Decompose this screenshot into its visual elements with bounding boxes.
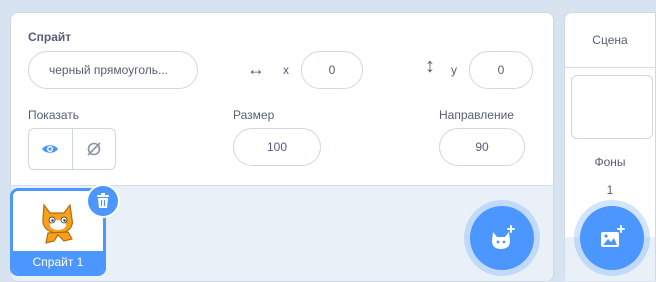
x-input[interactable]: 0 xyxy=(301,51,363,89)
sprite-thumbnail-label: Спрайт 1 xyxy=(13,251,103,273)
hide-button[interactable] xyxy=(73,129,116,169)
backdrops-count: 1 xyxy=(606,183,614,197)
sprite-properties: Спрайт черный прямоуголь... ↔ x 0 ↕ y 0 … xyxy=(11,13,553,185)
sprite-name-input[interactable]: черный прямоуголь... xyxy=(28,51,198,89)
trash-icon xyxy=(97,193,109,208)
direction-input[interactable]: 90 xyxy=(439,128,525,166)
cat-plus-icon xyxy=(492,225,515,249)
image-plus-icon xyxy=(601,225,625,247)
choose-backdrop-button[interactable] xyxy=(580,206,644,270)
delete-sprite-button[interactable] xyxy=(88,186,118,216)
backdrops-label: Фоны xyxy=(594,155,626,169)
y-label: y xyxy=(451,63,457,77)
vertical-arrows-icon: ↕ xyxy=(425,55,435,77)
show-button[interactable] xyxy=(29,129,73,169)
eye-slash-icon xyxy=(87,142,101,156)
x-label: x xyxy=(283,63,289,77)
stage-thumbnail[interactable] xyxy=(571,75,653,139)
size-label: Размер xyxy=(233,108,275,122)
stage-title: Сцена xyxy=(565,13,655,68)
direction-label: Направление xyxy=(439,108,514,122)
choose-sprite-button[interactable] xyxy=(470,206,534,270)
visibility-toggle xyxy=(28,128,116,170)
cat-sprite-icon xyxy=(42,203,73,244)
sprite-label: Спрайт xyxy=(28,30,72,44)
y-input[interactable]: 0 xyxy=(469,51,533,89)
size-input[interactable]: 100 xyxy=(233,128,321,166)
horizontal-arrows-icon: ↔ xyxy=(247,59,265,79)
show-label: Показать xyxy=(28,108,80,122)
eye-icon xyxy=(42,145,59,153)
